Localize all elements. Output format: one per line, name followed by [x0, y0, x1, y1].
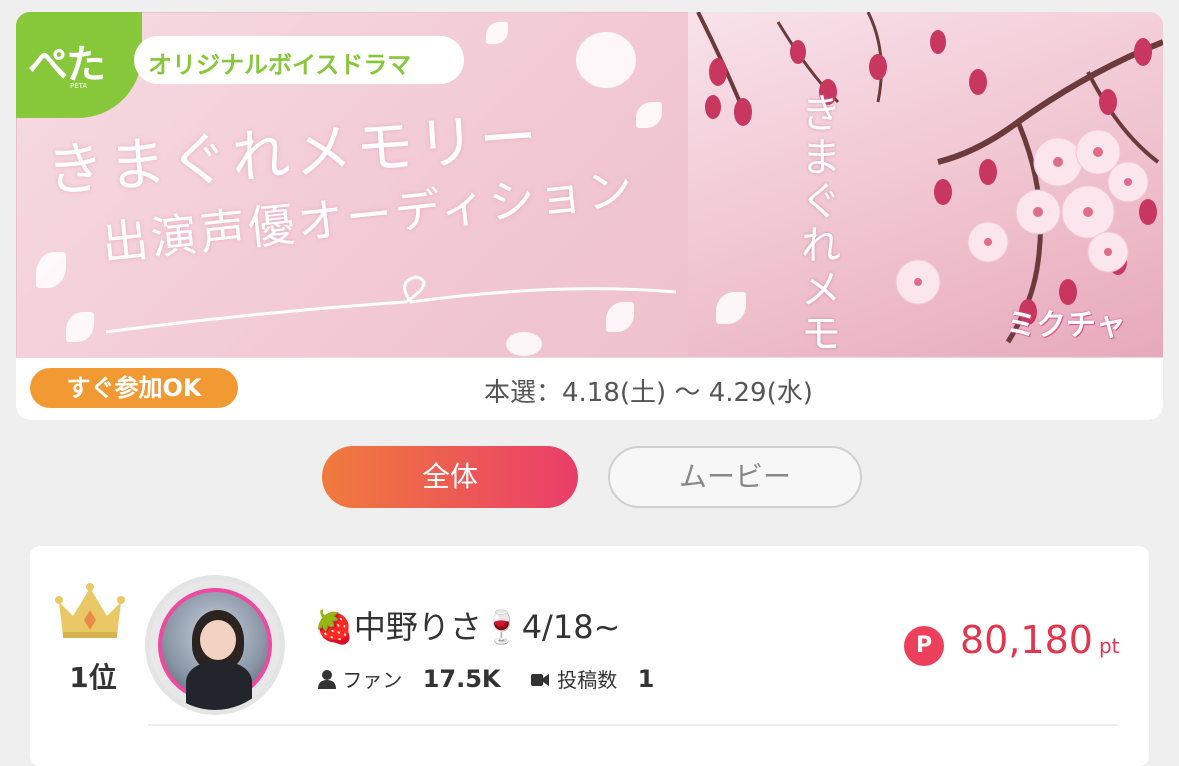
peta-logo-text: ぺた: [28, 42, 106, 88]
row-divider: [148, 724, 1118, 726]
points-icon: P: [904, 626, 944, 666]
banner-info-bar: すぐ参加OK 本選：4.18(土) 〜 4.29(水): [16, 357, 1163, 420]
posts-value: 1: [637, 665, 655, 693]
person-icon: [318, 670, 336, 689]
user-stats: ファン 17.5K 投稿数 1: [318, 664, 654, 693]
rank-label: 1位: [69, 661, 117, 694]
audition-banner[interactable]: ぺた PETA オリジナルボイスドラマ きまぐれメモリー 出演声優オーディション…: [16, 12, 1163, 420]
mixchannel-logo: ミクチャ: [1006, 308, 1126, 343]
crown-icon: [55, 583, 125, 638]
sakura-flower-icon: [576, 32, 636, 88]
points-number: 80,180: [960, 618, 1093, 662]
video-icon: [530, 674, 549, 686]
decorative-swirl-line: [106, 275, 677, 334]
fans-value: 17.5K: [422, 665, 501, 693]
points-unit: pt: [1098, 634, 1120, 658]
quick-join-badge: すぐ参加OK: [30, 368, 238, 408]
series-label-pill: オリジナルボイスドラマ: [134, 36, 464, 84]
peta-logo: ぺた PETA: [16, 12, 142, 118]
fans-label: ファン: [342, 668, 403, 692]
vertical-title: きまぐれメモリ: [801, 91, 841, 400]
petal-icon: [36, 252, 66, 288]
series-label: オリジナルボイスドラマ: [148, 51, 412, 79]
petal-icon: [636, 102, 662, 128]
user-name[interactable]: 🍓中野りさ🍷4/18~: [314, 602, 620, 648]
avatar-image: [158, 588, 272, 710]
schedule-text: 本選：4.18(土) 〜 4.29(水): [484, 378, 813, 408]
posts-label: 投稿数: [557, 668, 618, 692]
ranking-list: 1位 🍓中野りさ🍷4/18~ ファン 17.5K 投稿数 1 P 80,180 …: [30, 546, 1149, 766]
tab-movie[interactable]: ムービー: [608, 446, 862, 508]
petal-icon: [66, 312, 94, 342]
petal-icon: [486, 22, 508, 44]
tab-all[interactable]: 全体: [322, 446, 578, 508]
avatar[interactable]: [150, 580, 280, 710]
points-value: 80,180 pt: [960, 618, 1120, 662]
peta-logo-subtext: PETA: [70, 82, 88, 90]
